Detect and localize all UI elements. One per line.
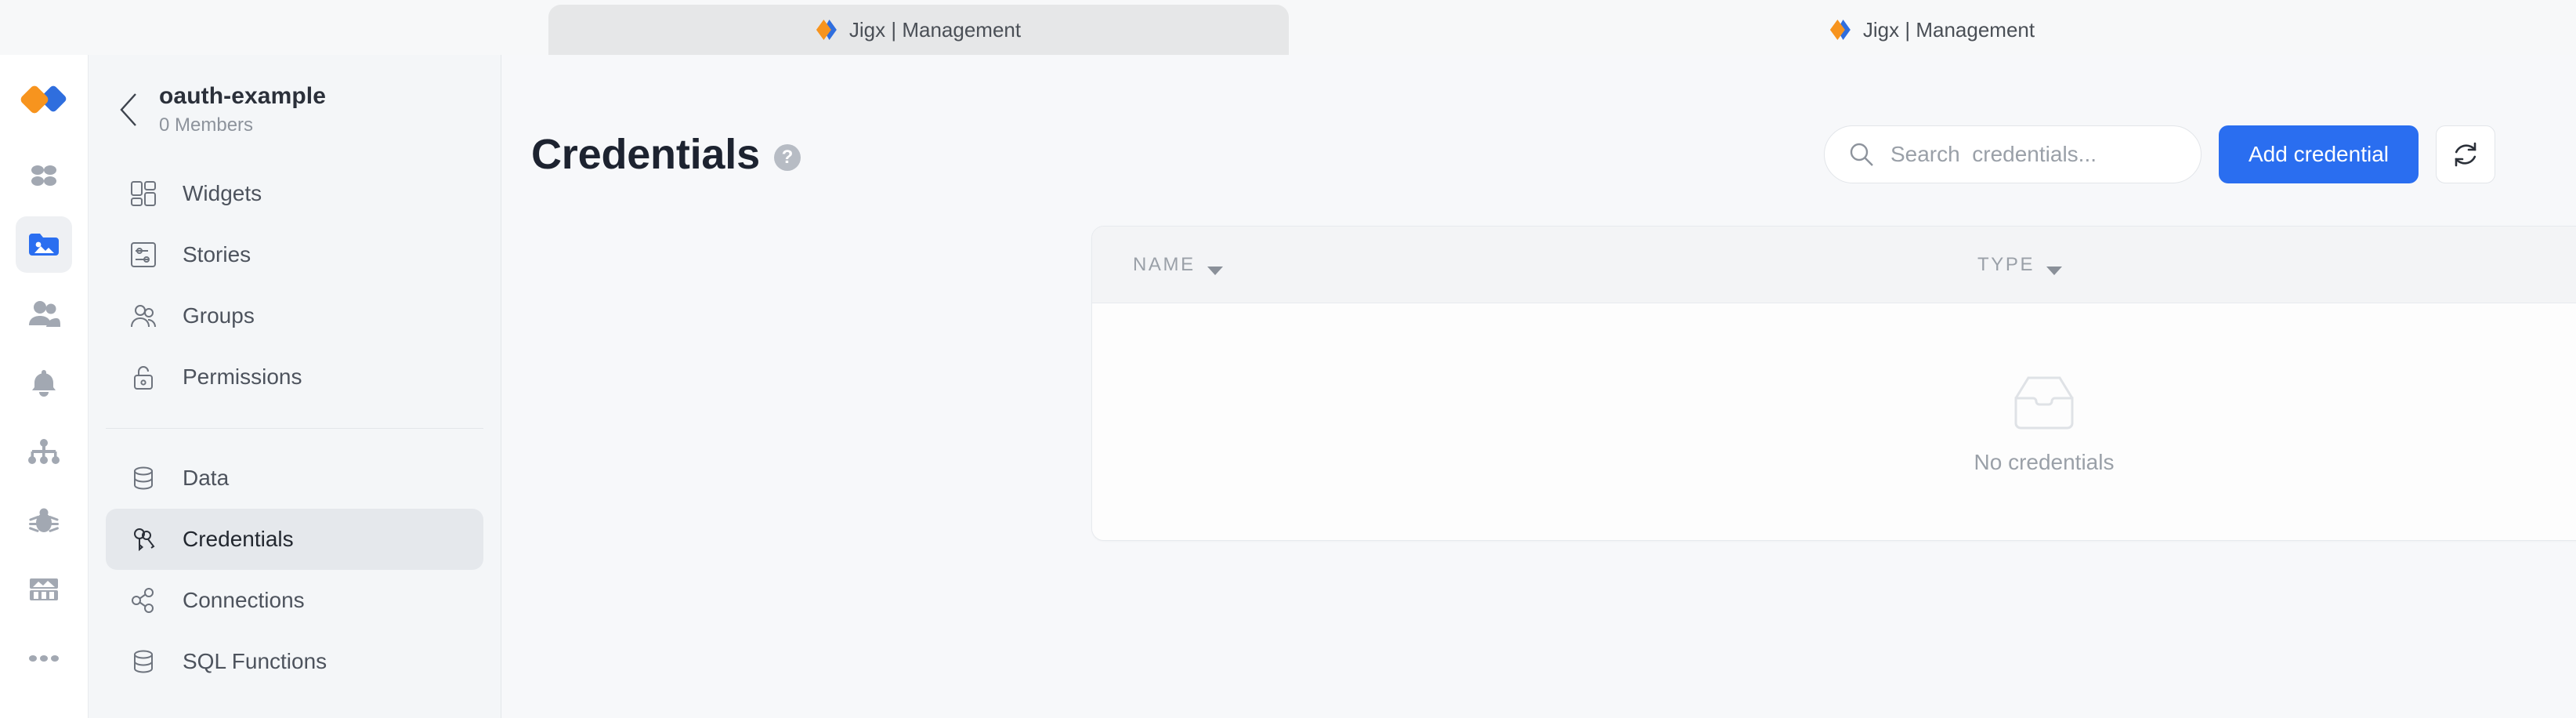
search-input[interactable] bbox=[1890, 142, 2177, 167]
project-header: oauth-example 0 Members bbox=[89, 55, 501, 163]
search-box[interactable] bbox=[1823, 125, 2202, 183]
help-icon[interactable]: ? bbox=[773, 144, 801, 171]
sidebar-item-label: Permissions bbox=[183, 364, 302, 389]
main-content: Credentials ? Add credential bbox=[501, 55, 2576, 718]
icon-rail bbox=[0, 55, 89, 718]
chevron-down-icon[interactable] bbox=[1207, 259, 1224, 275]
keys-icon bbox=[126, 522, 161, 557]
project-name: oauth-example bbox=[159, 83, 327, 109]
sidebar-item-permissions[interactable]: Permissions bbox=[106, 346, 483, 408]
jigx-logo-icon[interactable] bbox=[18, 74, 70, 125]
page-title: Credentials bbox=[531, 131, 760, 178]
chevron-down-icon[interactable] bbox=[2046, 259, 2063, 275]
sidebar-item-label: Data bbox=[183, 466, 230, 490]
browser-tab-strip: Jigx | Management Jigx | Management bbox=[0, 0, 2576, 55]
lock-icon bbox=[126, 360, 161, 394]
bell-icon[interactable] bbox=[16, 354, 72, 411]
jigx-diamond-icon bbox=[1829, 18, 1851, 42]
browser-tab-1-title: Jigx | Management bbox=[848, 17, 1022, 42]
sidebar-item-groups[interactable]: Groups bbox=[106, 285, 483, 346]
groups-icon bbox=[126, 299, 161, 333]
bug-icon[interactable] bbox=[16, 492, 72, 549]
browser-tab-2-title: Jigx | Management bbox=[1862, 17, 2035, 42]
sidebar-item-stories[interactable]: Stories bbox=[106, 224, 483, 285]
people-icon[interactable] bbox=[16, 285, 72, 342]
project-sidebar: oauth-example 0 Members Widgets Stories … bbox=[89, 55, 501, 718]
refresh-button[interactable] bbox=[2436, 125, 2495, 183]
chevron-left-icon[interactable] bbox=[115, 91, 142, 129]
share-icon bbox=[126, 583, 161, 618]
sidebar-item-credentials[interactable]: Credentials bbox=[106, 509, 483, 570]
sidebar-nav-group-primary: Widgets Stories Groups Permissions Data … bbox=[89, 163, 501, 692]
widgets-icon bbox=[126, 176, 161, 211]
sidebar-item-label: Connections bbox=[183, 588, 305, 612]
sidebar-item-label: SQL Functions bbox=[183, 649, 327, 673]
browser-tab-1[interactable]: Jigx | Management bbox=[548, 5, 1289, 55]
empty-tray-icon bbox=[2006, 370, 2082, 437]
credentials-table-card: NAME TYPE No credentials bbox=[1091, 226, 2576, 541]
sidebar-divider bbox=[106, 428, 483, 429]
sidebar-item-label: Widgets bbox=[183, 181, 262, 205]
sidebar-item-widgets[interactable]: Widgets bbox=[106, 163, 483, 224]
column-header-label: NAME bbox=[1133, 253, 1196, 275]
jigx-diamond-icon bbox=[816, 18, 837, 42]
table-column-type[interactable]: TYPE bbox=[1977, 254, 2576, 276]
analytics-icon[interactable] bbox=[16, 561, 72, 618]
org-chart-icon[interactable] bbox=[16, 423, 72, 480]
apps-grid-icon[interactable] bbox=[16, 147, 72, 204]
table-column-name[interactable]: NAME bbox=[1092, 254, 1977, 276]
database-icon bbox=[126, 644, 161, 679]
table-header-row: NAME TYPE bbox=[1092, 227, 2576, 303]
browser-tab-2[interactable]: Jigx | Management bbox=[1289, 5, 2576, 55]
database-icon bbox=[126, 461, 161, 495]
empty-state-text: No credentials bbox=[1974, 449, 2115, 474]
sidebar-item-label: Stories bbox=[183, 242, 251, 267]
add-credential-button[interactable]: Add credential bbox=[2218, 125, 2419, 183]
sidebar-item-label: Groups bbox=[183, 303, 255, 328]
sidebar-item-data[interactable]: Data bbox=[106, 448, 483, 509]
project-members-count: 0 Members bbox=[159, 114, 254, 136]
header-actions: Add credential bbox=[1823, 125, 2495, 183]
table-empty-state: No credentials bbox=[1092, 303, 2576, 540]
more-icon[interactable] bbox=[16, 630, 72, 687]
page-header: Credentials ? Add credential bbox=[531, 125, 2495, 183]
column-header-label: TYPE bbox=[1977, 253, 2035, 275]
app-window: oauth-example 0 Members Widgets Stories … bbox=[0, 55, 2576, 718]
media-folder-icon[interactable] bbox=[16, 216, 72, 273]
sidebar-item-sql-functions[interactable]: SQL Functions bbox=[106, 631, 483, 692]
search-icon bbox=[1848, 141, 1875, 168]
stories-icon bbox=[126, 238, 161, 272]
sidebar-item-label: Credentials bbox=[183, 527, 294, 551]
sidebar-item-connections[interactable]: Connections bbox=[106, 570, 483, 631]
